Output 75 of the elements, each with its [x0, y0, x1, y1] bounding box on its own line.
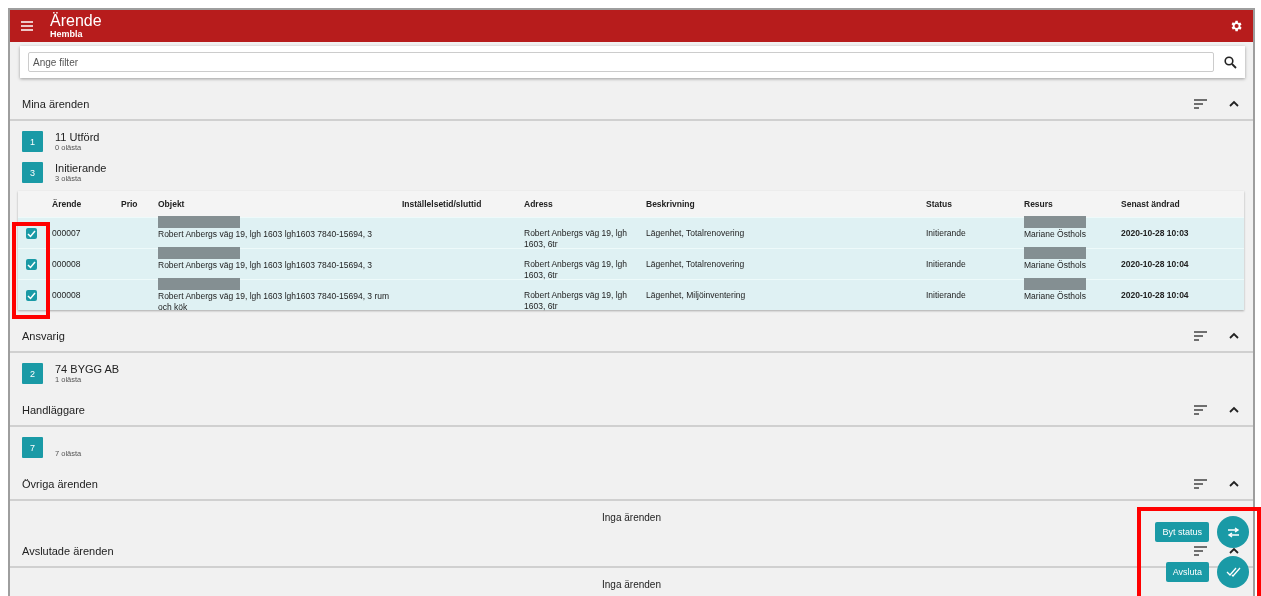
redaction-bar — [1024, 216, 1086, 228]
table-cell-text: Mariane Östhols — [1024, 291, 1087, 302]
table-cell: 000008 — [52, 290, 81, 300]
table-cell-text: Mariane Östhols — [1024, 229, 1087, 240]
redaction-bar — [1024, 278, 1086, 290]
column-header[interactable]: Senast ändrad — [1121, 199, 1244, 209]
table-cell: Lägenhet, Totalrenovering — [646, 228, 745, 238]
table-cell-text: Robert Anbergs väg 19, lgh 1603 lgh1603 7840-15694, 3 — [158, 260, 374, 271]
table-cell: Lägenhet, Totalrenovering — [646, 259, 745, 269]
page-title: Ärende — [50, 12, 103, 29]
column-header[interactable]: Status — [926, 199, 1024, 209]
table-cell-text: Robert Anbergs väg 19, lgh 1603 lgh1603 7840-15694, 3 rum och kök — [158, 291, 391, 313]
table-cell: 2020-10-28 10:03 — [1121, 228, 1189, 238]
search-icon[interactable] — [1224, 55, 1237, 69]
settings-icon[interactable] — [1229, 19, 1243, 33]
sort-icon[interactable] — [1194, 98, 1207, 109]
filter-field[interactable]: Ange filter — [28, 52, 1214, 72]
chevron-up-icon[interactable] — [1229, 332, 1239, 339]
section-title: Övriga ärenden — [22, 477, 99, 490]
column-header[interactable]: Ärende — [52, 199, 121, 209]
sort-icon[interactable] — [1194, 404, 1207, 415]
chevron-up-icon[interactable] — [1229, 406, 1239, 413]
double-check-icon — [1225, 567, 1241, 577]
chevron-up-icon[interactable] — [1229, 480, 1239, 487]
menu-icon[interactable] — [20, 20, 34, 32]
table-cell: Robert Anbergs väg 19, lgh 1603, 6tr — [524, 228, 627, 249]
section-header[interactable]: Handläggare — [10, 394, 1253, 427]
sort-icon[interactable] — [1194, 545, 1207, 556]
count-badge: 7 — [22, 437, 43, 458]
group-name[interactable]: 11 Utförd — [55, 131, 100, 143]
column-header[interactable]: Resurs — [1024, 199, 1121, 209]
count-badge: 2 — [22, 363, 43, 384]
page-subtitle: Hembla — [50, 29, 84, 40]
chevron-up-icon[interactable] — [1229, 547, 1239, 554]
section-title: Ansvarig — [22, 329, 66, 342]
column-header[interactable]: Prio — [121, 199, 158, 209]
empty-message: Inga ärenden — [602, 511, 661, 523]
section-title: Avslutade ärenden — [22, 544, 115, 557]
column-header[interactable]: Adress — [524, 199, 646, 209]
section-title: Handläggare — [22, 403, 86, 416]
redaction-bar — [1024, 247, 1086, 259]
table-cell: 000007 — [52, 228, 81, 238]
section-title: Mina ärenden — [22, 97, 91, 110]
table-row[interactable]: 000007 Robert Anbergs väg 19, lgh 1603 lgh1603 7840-15694, 3 Robert Anbergs väg 19, lgh 1603, 6tr Lägenhet, Totalrenovering Initierande Mariane Östhols 2020-10-28 10:03 — [18, 217, 1244, 248]
table-row[interactable]: 000008 Robert Anbergs väg 19, lgh 1603 lgh1603 7840-15694, 3 Robert Anbergs väg 19, lgh 1603, 6tr Lägenhet, Totalrenovering Initierande Mariane Östhols 2020-10-28 10:04 — [18, 248, 1244, 279]
table-cell-text: Robert Anbergs väg 19, lgh 1603 lgh1603 7840-15694, 3 — [158, 229, 374, 240]
group-name[interactable]: Initierande — [55, 162, 107, 174]
row-checkbox[interactable] — [26, 259, 37, 270]
row-checkbox[interactable] — [26, 290, 37, 301]
count-badge: 3 — [22, 162, 43, 183]
table-cell: 2020-10-28 10:04 — [1121, 259, 1189, 269]
row-checkbox[interactable] — [26, 228, 37, 239]
column-header[interactable]: Inställelsetid/sluttid — [402, 199, 524, 209]
table-row[interactable]: 000008 Robert Anbergs väg 19, lgh 1603 lgh1603 7840-15694, 3 rum och kök Robert Anbergs väg 19, lgh 1603, 6tr Lägenhet, Miljöinventering Initierande Mariane Östhols 2020-10-28 10:04 — [18, 279, 1244, 310]
table-cell: Initierande — [926, 259, 966, 269]
table-cell: Initierande — [926, 290, 966, 300]
count-badge: 1 — [22, 131, 43, 152]
table-cell-text: Mariane Östhols — [1024, 260, 1087, 271]
table-cell: Robert Anbergs väg 19, lgh 1603, 6tr — [524, 290, 627, 311]
table-cell: Initierande — [926, 228, 966, 238]
table-cell: Robert Anbergs väg 19, lgh 1603, 6tr — [524, 259, 627, 280]
group-name[interactable]: 74 BYGG AB — [55, 363, 120, 375]
table-cell: 2020-10-28 10:04 — [1121, 290, 1189, 300]
section-header[interactable]: Ansvarig — [10, 320, 1253, 353]
section-header[interactable]: Mina ärenden — [10, 88, 1253, 121]
empty-message: Inga ärenden — [602, 578, 661, 590]
table-cell: Lägenhet, Miljöinventering — [646, 290, 746, 300]
sort-icon[interactable] — [1194, 330, 1207, 341]
column-header[interactable]: Beskrivning — [646, 199, 926, 209]
section-header[interactable]: Övriga ärenden — [10, 468, 1253, 501]
swap-arrows-icon — [1226, 526, 1240, 538]
sort-icon[interactable] — [1194, 478, 1207, 489]
chevron-up-icon[interactable] — [1229, 100, 1239, 107]
table-cell: 000008 — [52, 259, 81, 269]
column-header[interactable]: Objekt — [158, 199, 402, 209]
